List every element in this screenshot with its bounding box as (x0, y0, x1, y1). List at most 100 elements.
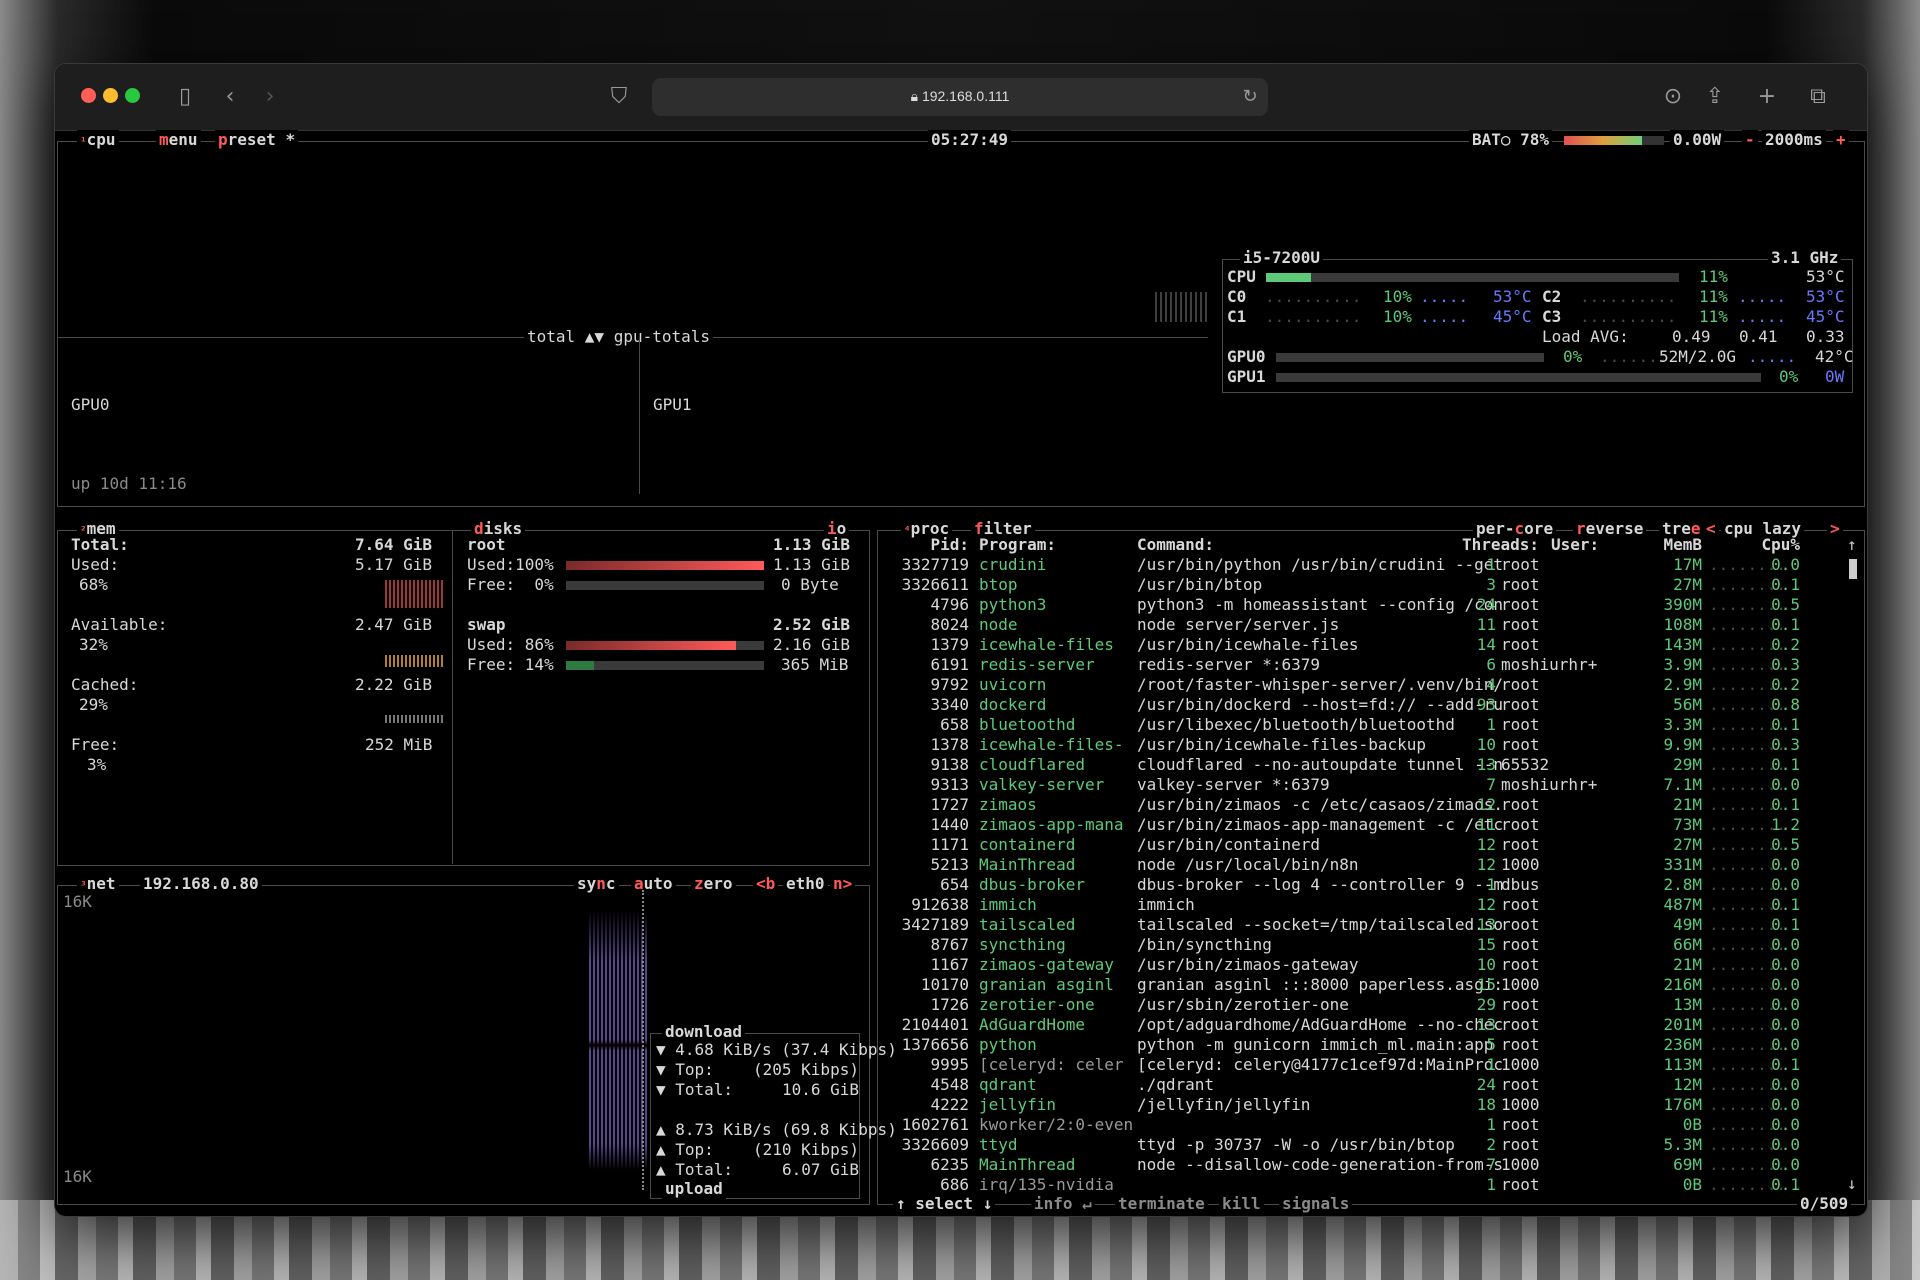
cpu-sparkline: ........ (1709, 815, 1787, 834)
col-mem[interactable]: MemB (1655, 535, 1702, 555)
tab-cpu[interactable]: cpu (87, 130, 116, 149)
cell-command: /bin/syncthing (1137, 935, 1272, 954)
table-row[interactable]: 9995 [celeryd: celer [celeryd: celery@4177… (55, 1055, 1867, 1075)
cell-program: kworker/2:0-even (979, 1115, 1134, 1134)
cpu-frequency: 3.1 GHz (1768, 248, 1842, 268)
cell-threads: 5 (1486, 1035, 1496, 1054)
table-row[interactable]: 1376656 python python -m gunicorn immich_m… (55, 1035, 1867, 1055)
table-row[interactable]: 8767 syncthing/bin/syncthing 15 root 66M 0.0.… (55, 935, 1867, 955)
back-icon[interactable]: ‹ (215, 82, 245, 112)
cell-threads: 93 (1476, 695, 1496, 714)
table-row[interactable]: 8024 node node server/server.js 11 root 108M 0… (55, 615, 1867, 635)
table-row[interactable]: 1167 zimaos-gateway/usr/bin/zimaos-gatewa… (55, 955, 1867, 975)
table-row[interactable]: 9138 cloudflared cloudflared --no-autoupda… (55, 755, 1867, 775)
table-row[interactable]: 686 irq/135-nvidia 1 root 0B 0.1........ (55, 1175, 1867, 1195)
interval-increase[interactable]: + (1833, 130, 1849, 150)
privacy-shield-icon[interactable]: ⛉ (604, 82, 634, 112)
table-row[interactable]: 1727 zimaos/usr/bin/zimaos -c /etc/casaos… (55, 795, 1867, 815)
col-command[interactable]: Command: (1137, 535, 1214, 555)
col-pid[interactable]: Pid: (893, 535, 969, 555)
table-row[interactable]: 3326609 ttyd ttyd -p 30737 -W -o /usr/bin/… (55, 1135, 1867, 1155)
cell-user: root (1501, 695, 1540, 714)
table-row[interactable]: 658 bluetoothd/usr/libexec/bluetooth/blue… (55, 715, 1867, 735)
col-threads[interactable]: Threads: (1462, 535, 1539, 555)
core-c3-label: C3 (1542, 307, 1562, 326)
cell-command: /usr/bin/containerd (1137, 835, 1321, 854)
cell-threads: 11 (1476, 815, 1496, 834)
cell-program: ttyd (979, 1135, 1018, 1154)
table-row[interactable]: 1378 icewhale-files- /usr/bin/icewhale-fil… (55, 735, 1867, 755)
cell-pid: 1602761 (901, 1115, 969, 1134)
table-row[interactable]: 9313 valkey-server valkey-server *:6379 7 mo… (55, 775, 1867, 795)
table-row[interactable]: 3326611 btop/usr/bin/btop 3 root 27M 0.1.....… (55, 575, 1867, 595)
maximize-window-button[interactable] (125, 88, 140, 103)
downloads-icon[interactable]: ⊙ (1658, 82, 1688, 112)
table-row[interactable]: 1440 zimaos-app-mana/usr/bin/zimaos-app-m… (55, 815, 1867, 835)
new-tab-icon[interactable]: + (1752, 82, 1782, 112)
table-row[interactable]: 1602761 kworker/2:0-even 1 root 0B 0.0.......… (55, 1115, 1867, 1135)
tab-overview-icon[interactable]: ⧉ (1803, 82, 1833, 112)
cell-user: root (1501, 1015, 1540, 1034)
cell-user: root (1501, 835, 1540, 854)
table-row[interactable]: 654 dbus-broker dbus-broker --log 4 --cont… (55, 875, 1867, 895)
info-control[interactable]: info ↵ (1031, 1194, 1095, 1214)
reload-icon[interactable]: ↻ (1235, 82, 1265, 112)
table-row[interactable]: 3340 dockerd/usr/bin/dockerd --host=fd://… (55, 695, 1867, 715)
cell-program: zimaos-gateway (979, 955, 1114, 974)
cell-pid: 3326611 (901, 575, 969, 594)
table-row[interactable]: 9792 uvicorn/root/faster-whisper-server/.… (55, 675, 1867, 695)
table-row[interactable]: 5213 MainThread node /usr/local/bin/n8n 12 1… (55, 855, 1867, 875)
table-row[interactable]: 4222 jellyfin/jellyfin/jellyfin 18 1000 176M… (55, 1095, 1867, 1115)
signals-control[interactable]: signals (1279, 1194, 1353, 1214)
col-user[interactable]: User: (1551, 535, 1599, 555)
graph-mode-label[interactable]: total ▲▼ gpu-totals (524, 327, 714, 347)
share-icon[interactable]: ⇪ (1700, 82, 1730, 112)
scroll-down-icon[interactable]: ↓ (1847, 1174, 1857, 1194)
table-row[interactable]: 1379 icewhale-files/usr/bin/icewhale-file… (55, 635, 1867, 655)
cell-program: [celeryd: celer (979, 1055, 1124, 1074)
cell-user: 1000 (1501, 975, 1540, 994)
table-row[interactable]: 6235 MainThread node --disallow-code-gener… (55, 1155, 1867, 1175)
cell-pid: 658 (940, 715, 969, 734)
scroll-up-icon[interactable]: ↑ (1847, 535, 1857, 555)
col-cpu[interactable]: Cpu% (1760, 535, 1800, 555)
col-program[interactable]: Program: (979, 535, 1056, 555)
menu-button[interactable]: menu (156, 130, 201, 150)
cell-command: dbus-broker --log 4 --controller 9 --m (1137, 875, 1504, 894)
cell-pid: 4548 (930, 1075, 969, 1094)
cpu-sparkline: ........ (1709, 1135, 1787, 1154)
uptime: up 10d 11:16 (71, 474, 187, 493)
cell-mem: 27M (1673, 575, 1702, 594)
table-row[interactable]: 2104401 AdGuardHome/opt/adguardhome/AdGua… (55, 1015, 1867, 1035)
kill-control[interactable]: kill (1219, 1194, 1264, 1214)
table-row[interactable]: 4548 qdrant ./qdrant 24 root 12M 0.0........ (55, 1075, 1867, 1095)
forward-icon[interactable]: › (255, 82, 285, 112)
cell-threads: 24 (1476, 1075, 1496, 1094)
cpu-sparkline: ........ (1709, 875, 1787, 894)
address-bar[interactable]: 🔒︎ 192.168.0.111 ↻ (652, 78, 1268, 116)
battery-meter (1564, 136, 1664, 145)
sidebar-toggle-icon[interactable]: ▯ (170, 82, 200, 112)
cell-user: root (1501, 895, 1540, 914)
preset-button[interactable]: preset * (215, 130, 299, 150)
table-row[interactable]: 4796 python3 python3 -m homeassistant --co… (55, 595, 1867, 615)
process-scrollbar[interactable] (1849, 559, 1857, 579)
close-window-button[interactable] (81, 88, 96, 103)
gpu1-power: 0W (1825, 367, 1845, 386)
select-control[interactable]: ↑ select ↓ (893, 1194, 996, 1214)
table-row[interactable]: 3327719 crudini/usr/bin/python /usr/bin/c… (55, 555, 1867, 575)
terminate-control[interactable]: terminate (1115, 1194, 1208, 1214)
cell-pid: 1440 (930, 815, 969, 834)
interval-decrease[interactable]: - (1742, 130, 1758, 150)
minimize-window-button[interactable] (103, 88, 118, 103)
table-row[interactable]: 6191 redis-server redis-server *:6379 6 mosh… (55, 655, 1867, 675)
table-row[interactable]: 912638 immich immich 12 root 487M 0.1........ (55, 895, 1867, 915)
table-row[interactable]: 1726 zerotier-one/usr/sbin/zerotier-one 29… (55, 995, 1867, 1015)
clock: 05:27:49 (928, 130, 1012, 150)
cell-user: 1000 (1501, 1055, 1540, 1074)
table-row[interactable]: 10170 granian asginl granian asginl :::800… (55, 975, 1867, 995)
cell-program: AdGuardHome (979, 1015, 1085, 1034)
table-row[interactable]: 1171 containerd/usr/bin/containerd 12 root 2… (55, 835, 1867, 855)
table-row[interactable]: 3427189 tailscaled tailscaled --socket=/tm… (55, 915, 1867, 935)
cell-program: valkey-server (979, 775, 1105, 794)
